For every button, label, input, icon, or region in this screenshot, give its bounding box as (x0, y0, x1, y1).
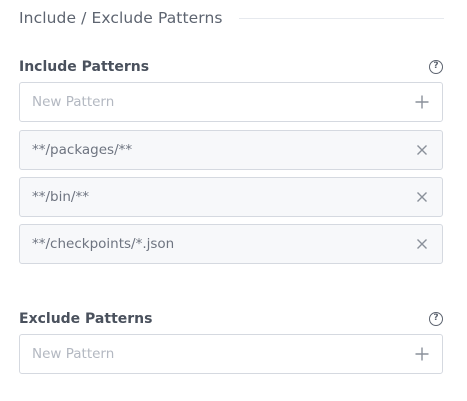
include-new-pattern-input[interactable] (32, 83, 411, 121)
plus-icon[interactable] (411, 343, 433, 365)
close-icon[interactable] (411, 186, 433, 208)
exclude-patterns-header: Exclude Patterns ? (19, 310, 444, 328)
section-divider (238, 17, 444, 19)
help-icon[interactable]: ? (429, 312, 443, 326)
include-pattern-row: **/bin/** (19, 177, 443, 217)
exclude-new-pattern-field (19, 334, 443, 374)
include-exclude-panel: Include / Exclude Patterns Include Patte… (0, 0, 467, 401)
pattern-value[interactable]: **/bin/** (32, 189, 411, 205)
include-pattern-row: **/packages/** (19, 130, 443, 170)
pattern-value[interactable]: **/packages/** (32, 142, 411, 158)
include-pattern-row: **/checkpoints/*.json (19, 224, 443, 264)
section-title: Include / Exclude Patterns (19, 9, 223, 27)
section-header: Include / Exclude Patterns (19, 8, 444, 28)
close-icon[interactable] (411, 139, 433, 161)
include-patterns-label: Include Patterns (19, 59, 150, 75)
include-patterns-header: Include Patterns ? (19, 58, 444, 76)
exclude-new-pattern-input[interactable] (32, 335, 411, 373)
pattern-value[interactable]: **/checkpoints/*.json (32, 236, 411, 252)
include-new-pattern-field (19, 82, 443, 122)
exclude-patterns-label: Exclude Patterns (19, 311, 153, 327)
close-icon[interactable] (411, 233, 433, 255)
plus-icon[interactable] (411, 91, 433, 113)
help-icon[interactable]: ? (429, 60, 443, 74)
